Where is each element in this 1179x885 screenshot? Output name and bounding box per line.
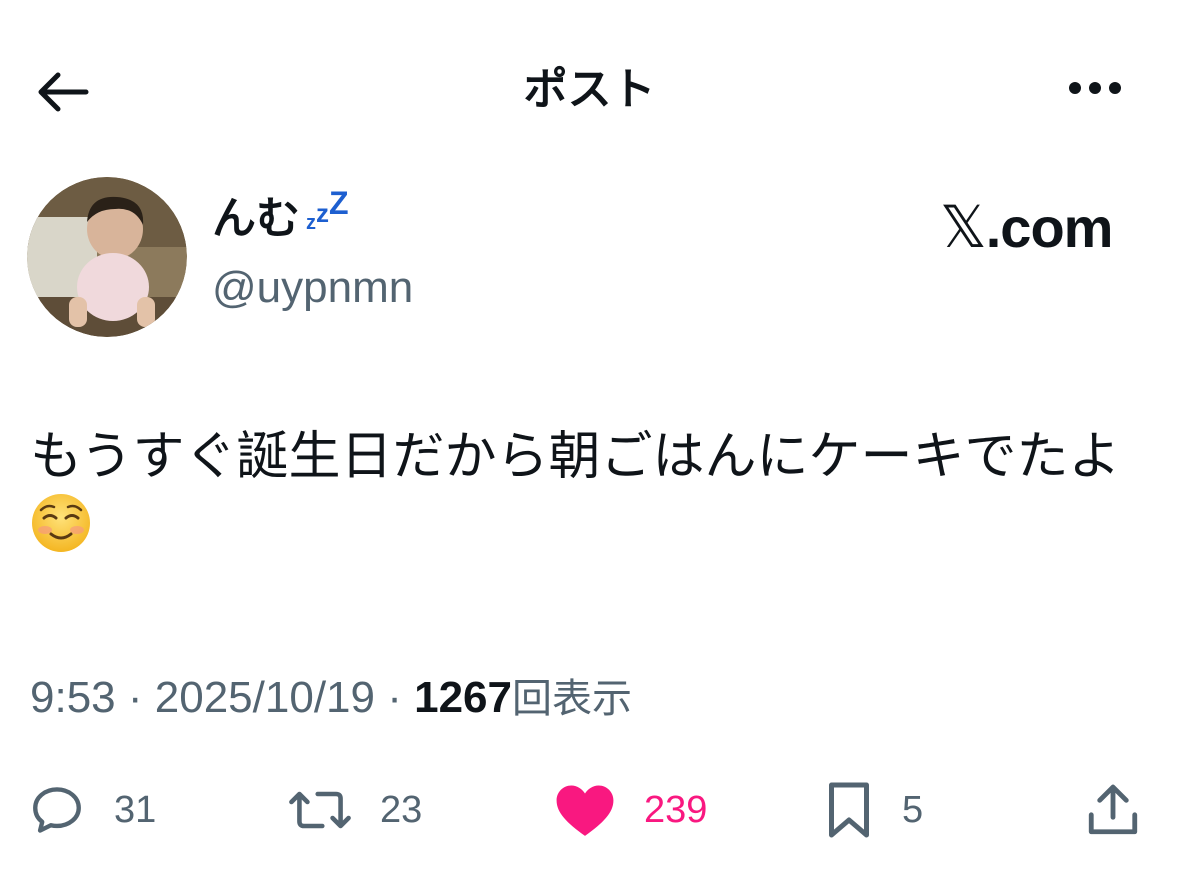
bookmark-icon	[829, 782, 869, 838]
post-meta: 9:53 · 2025/10/19 · 1267回表示	[30, 668, 632, 729]
page-title: ポスト	[523, 64, 656, 115]
reply-button[interactable]: 31	[28, 774, 156, 846]
avatar[interactable]	[27, 177, 187, 337]
heart-filled-icon	[556, 785, 614, 836]
repost-count: 23	[380, 788, 423, 831]
repost-button[interactable]: 23	[288, 774, 422, 846]
x-com-logo: 𝕏.com	[940, 193, 1114, 261]
post-date[interactable]: 2025/10/19	[155, 673, 375, 722]
avatar-photo	[27, 177, 187, 337]
author-display-name[interactable]: んむ zzZ	[212, 185, 349, 245]
post-time[interactable]: 9:53	[30, 673, 116, 722]
more-button[interactable]	[1060, 60, 1130, 116]
meta-separator: ·	[127, 673, 143, 722]
meta-separator: ·	[387, 673, 402, 722]
brand-domain: .com	[985, 196, 1114, 259]
display-name-text: んむ	[212, 193, 300, 244]
more-horizontal-icon	[1069, 82, 1121, 94]
post-text: もうすぐ誕生日だから朝ごはんにケーキでたよ	[30, 422, 1155, 562]
zzz-emoji-icon: zzZ	[306, 185, 349, 234]
like-button[interactable]: 239	[554, 774, 707, 846]
reply-icon	[33, 787, 81, 833]
views-label: 回表示	[512, 676, 632, 722]
smiling-face-icon	[32, 494, 90, 552]
views-count[interactable]: 1267	[414, 673, 512, 722]
bookmark-button[interactable]: 5	[824, 774, 923, 846]
share-button[interactable]	[1084, 774, 1142, 846]
share-icon	[1088, 784, 1138, 835]
bookmark-count: 5	[902, 788, 924, 831]
author-handle[interactable]: @uypnmn	[212, 262, 413, 314]
like-count: 239	[644, 788, 708, 831]
post-body: もうすぐ誕生日だから朝ごはんにケーキでたよ	[30, 427, 1121, 487]
reply-count: 31	[114, 788, 157, 831]
repost-icon	[289, 791, 351, 829]
x-logo-icon: 𝕏	[940, 193, 987, 261]
